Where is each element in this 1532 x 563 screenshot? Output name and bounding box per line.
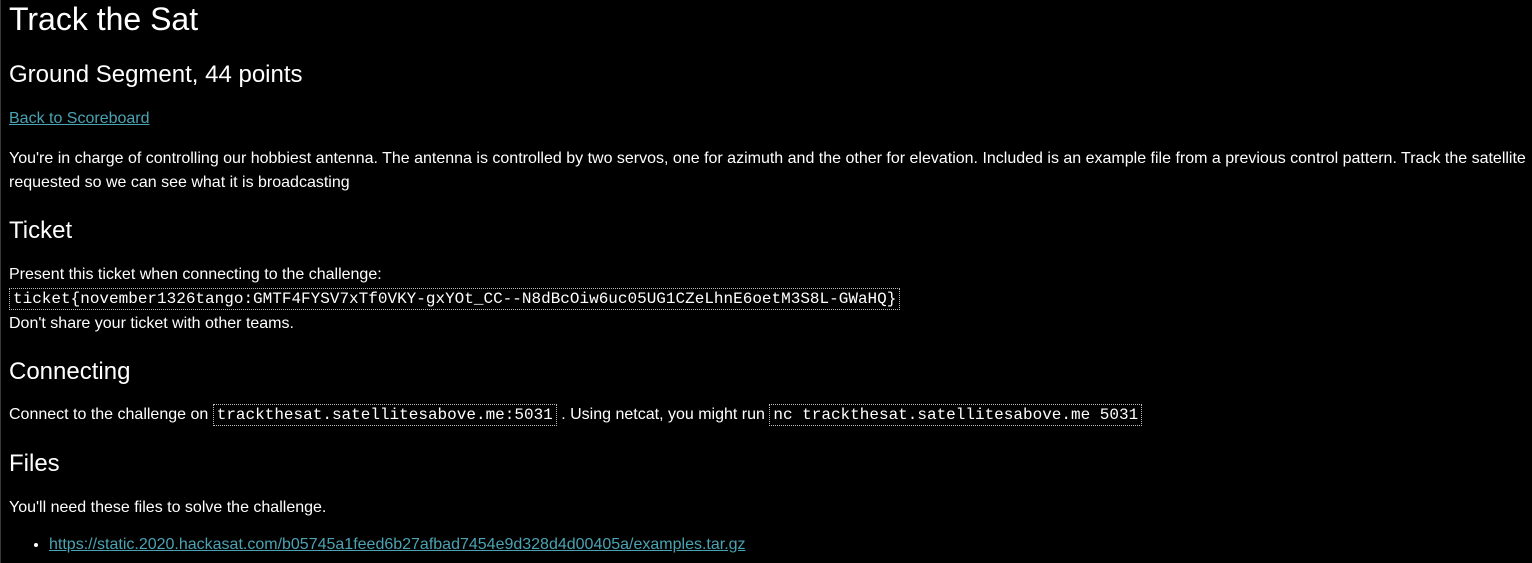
file-list-item: https://static.2020.hackasat.com/b05745a… <box>49 533 746 557</box>
page-title: Track the Sat <box>9 1 199 37</box>
host-code[interactable]: trackthesat.satellitesabove.me:5031 <box>212 404 557 426</box>
files-intro: You'll need these files to solve the cha… <box>9 499 327 516</box>
connecting-prefix: Connect to the challenge on <box>9 406 209 423</box>
ticket-intro: Present this ticket when connecting to t… <box>9 266 382 283</box>
category-points-heading: Ground Segment, 44 points <box>9 61 303 88</box>
challenge-page: Track the Sat Ground Segment, 44 points … <box>9 0 1527 553</box>
back-to-scoreboard-link[interactable]: Back to Scoreboard <box>9 107 150 131</box>
connecting-middle: . Using netcat, you might run <box>561 406 765 423</box>
connecting-heading: Connecting <box>9 358 131 385</box>
file-download-link[interactable]: https://static.2020.hackasat.com/b05745a… <box>49 536 746 553</box>
ticket-heading: Ticket <box>9 217 73 244</box>
files-list: https://static.2020.hackasat.com/b05745a… <box>9 533 746 557</box>
ticket-container: ticket{november1326tango:GMTF4FYSV7xTf0V… <box>9 287 901 311</box>
ticket-code[interactable]: ticket{november1326tango:GMTF4FYSV7xTf0V… <box>9 288 901 310</box>
ticket-note: Don't share your ticket with other teams… <box>9 315 294 332</box>
challenge-description: You're in charge of controlling our hobb… <box>9 150 1526 191</box>
files-heading: Files <box>9 450 60 477</box>
left-border <box>0 0 1 563</box>
netcat-command-code[interactable]: nc trackthesat.satellitesabove.me 5031 <box>769 404 1143 426</box>
connecting-text: Connect to the challenge on trackthesat.… <box>9 403 1143 427</box>
